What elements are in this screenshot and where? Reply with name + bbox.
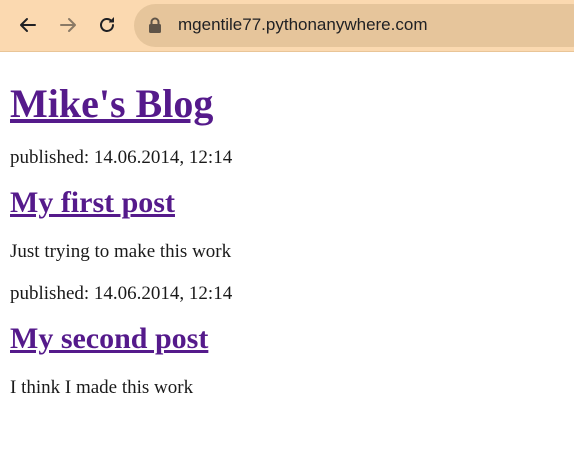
url-text: mgentile77.pythonanywhere.com bbox=[178, 15, 428, 34]
back-arrow-icon bbox=[20, 18, 36, 32]
post-published-date: published: 14.06.2014, 12:14 bbox=[10, 283, 233, 304]
reload-icon bbox=[100, 17, 114, 32]
blog-title-heading: Mike's Blog bbox=[10, 81, 564, 127]
lock-icon bbox=[149, 17, 161, 33]
page-content: Mike's Blog published: 14.06.2014, 12:14… bbox=[0, 81, 574, 399]
post: published: 14.06.2014, 12:14 My second p… bbox=[10, 283, 564, 399]
post-title-link[interactable]: My second post bbox=[10, 322, 208, 355]
post-published-date: published: 14.06.2014, 12:14 bbox=[10, 147, 233, 168]
post-title-heading: My second post bbox=[10, 321, 564, 357]
post-title-heading: My first post bbox=[10, 185, 564, 221]
address-bar[interactable]: mgentile77.pythonanywhere.com bbox=[134, 4, 574, 47]
reload-button[interactable] bbox=[87, 5, 127, 45]
post-body: Just trying to make this work bbox=[10, 241, 232, 262]
back-button[interactable] bbox=[8, 5, 48, 45]
forward-arrow-icon bbox=[60, 18, 76, 32]
post-title-link[interactable]: My first post bbox=[10, 186, 175, 219]
post: published: 14.06.2014, 12:14 My first po… bbox=[10, 147, 564, 263]
forward-button[interactable] bbox=[48, 5, 88, 45]
blog-title-link[interactable]: Mike's Blog bbox=[10, 81, 213, 126]
browser-toolbar: mgentile77.pythonanywhere.com bbox=[0, 0, 574, 52]
post-body: I think I made this work bbox=[10, 377, 194, 398]
